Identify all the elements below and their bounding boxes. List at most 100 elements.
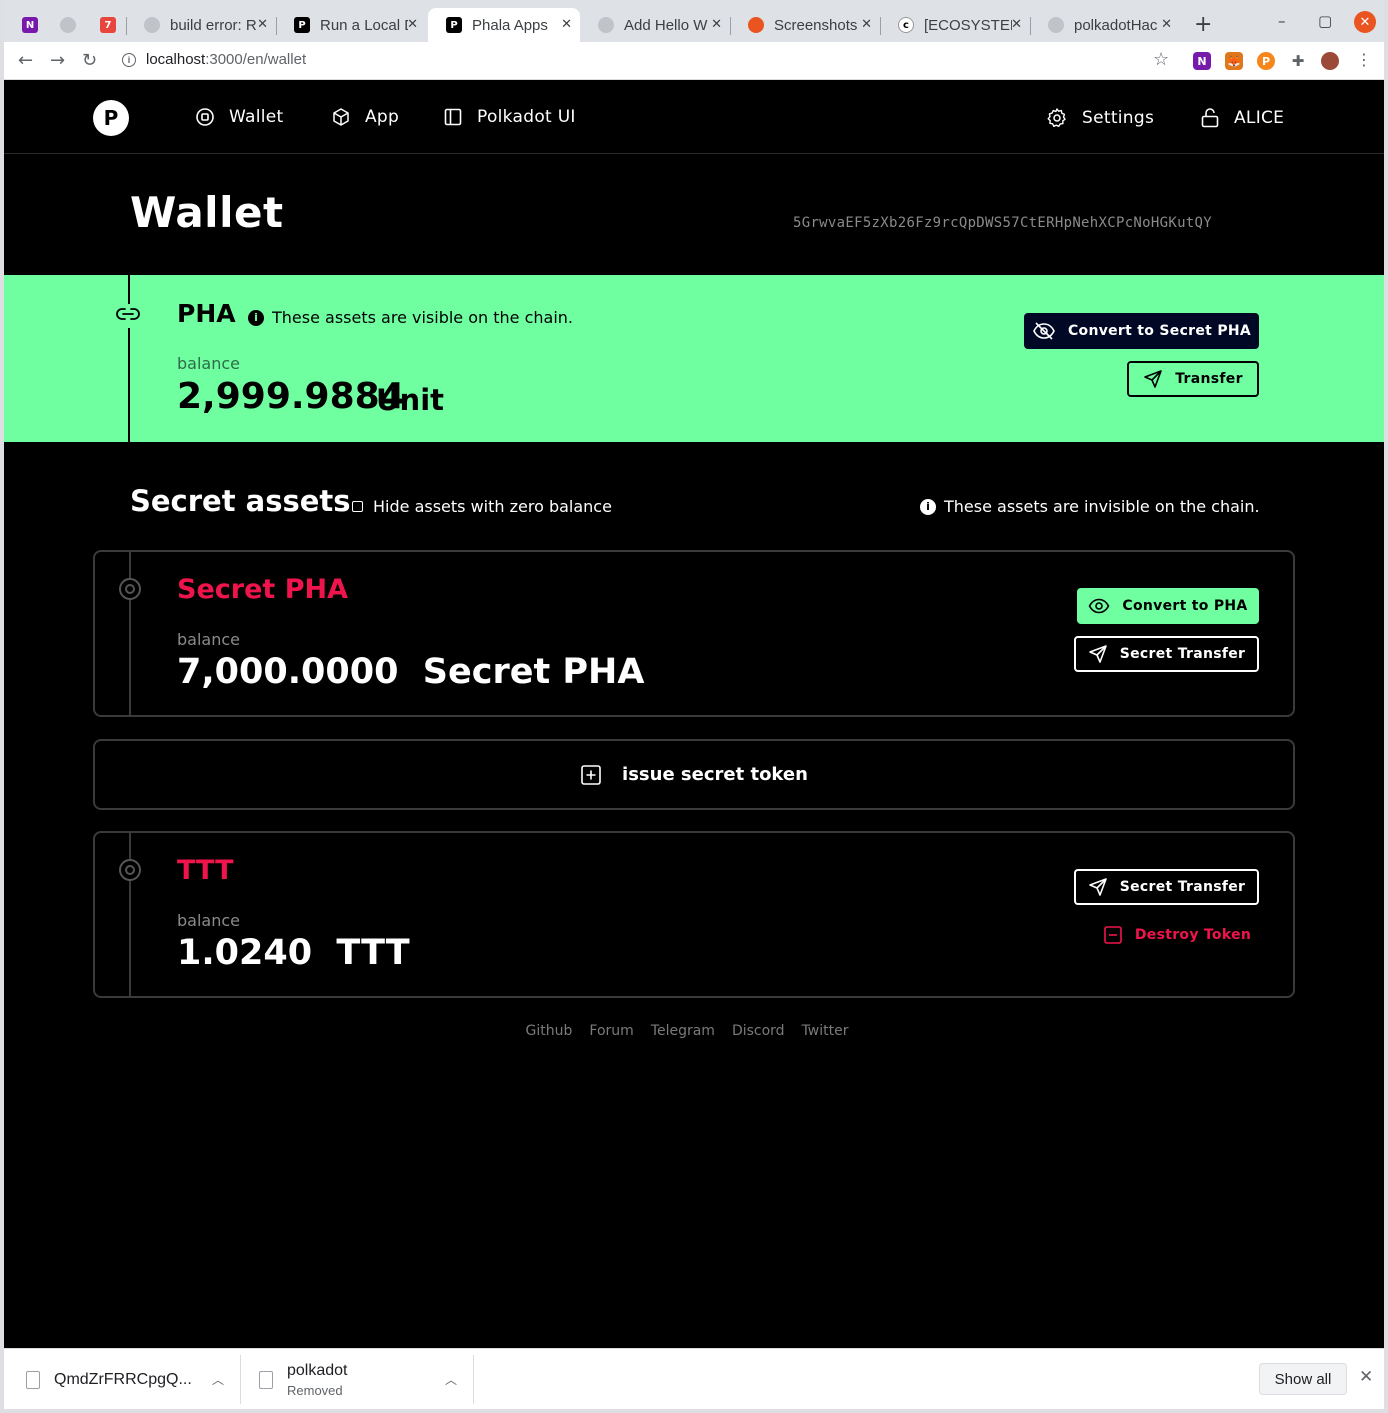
chevron-up-icon[interactable]: ︿ — [212, 1371, 224, 1388]
tab-screenshots[interactable]: Screenshots ✕ — [730, 8, 881, 42]
download-item[interactable]: QmdZrFRRCpgQ... ︿ — [26, 1349, 236, 1410]
note-text: These assets are visible on the chain. — [272, 308, 573, 327]
back-icon[interactable]: ← — [18, 50, 33, 71]
hide-zero-checkbox[interactable] — [352, 501, 363, 512]
send-icon — [1143, 369, 1163, 389]
download-text: polkadot Removed — [287, 1362, 348, 1398]
settings-button[interactable]: Settings — [1046, 107, 1154, 129]
github-icon — [1048, 17, 1064, 33]
secret-transfer-button[interactable]: Secret Transfer — [1074, 636, 1259, 672]
footer-link-github[interactable]: Github — [526, 1023, 573, 1039]
nav-label: Wallet — [229, 107, 284, 127]
avatar[interactable] — [1321, 52, 1339, 70]
secret-asset-card: Secret PHA balance 7,000.0000 Secret PHA… — [93, 550, 1295, 717]
link-icon — [115, 304, 141, 328]
footer-link-telegram[interactable]: Telegram — [651, 1023, 715, 1039]
nav-wallet[interactable]: Wallet — [195, 107, 284, 127]
convert-to-secret-button[interactable]: Convert to Secret PHA — [1024, 313, 1259, 349]
metamask-extension-icon[interactable]: 🦊 — [1225, 52, 1243, 70]
footer-links: Github Forum Telegram Discord Twitter — [4, 1023, 1384, 1039]
tab-phala-apps[interactable]: P Phala Apps ✕ — [428, 8, 580, 42]
tab-onenote[interactable]: N — [4, 8, 38, 42]
tab-close-icon[interactable]: ✕ — [407, 17, 418, 32]
forward-icon[interactable]: → — [50, 50, 65, 71]
note-text: These assets are invisible on the chain. — [944, 497, 1260, 516]
button-label: Secret Transfer — [1119, 646, 1246, 662]
tab-close-icon[interactable]: ✕ — [257, 17, 268, 32]
tab-title: Add Hello W — [624, 16, 708, 34]
tab-close-icon[interactable]: ✕ — [711, 17, 722, 32]
account-label: ALICE — [1234, 108, 1285, 128]
button-label: Transfer — [1175, 371, 1243, 387]
hide-zero-toggle[interactable]: Hide assets with zero balance — [352, 497, 612, 516]
extensions-puzzle-icon[interactable]: ✚ — [1289, 52, 1307, 70]
tab-title: Run a Local D — [320, 16, 408, 34]
transfer-button[interactable]: Transfer — [1127, 361, 1259, 397]
destroy-token-button[interactable]: Destroy Token — [1095, 917, 1259, 953]
close-icon[interactable]: ✕ — [1359, 1367, 1373, 1387]
footer-link-discord[interactable]: Discord — [732, 1023, 785, 1039]
calendar-icon: 7 — [100, 17, 116, 33]
gear-icon — [1046, 107, 1068, 129]
tab-close-icon[interactable]: ✕ — [561, 17, 572, 32]
cube-icon — [331, 107, 351, 127]
divider — [129, 552, 131, 715]
phala-logo[interactable]: P — [93, 100, 129, 136]
secret-transfer-button[interactable]: Secret Transfer — [1074, 869, 1259, 905]
wallet-address[interactable]: 5GrwvaEF5zXb26Fz9rcQpDWS57CtERHpNehXCPcN… — [793, 215, 1212, 231]
onenote-extension-icon[interactable]: N — [1193, 52, 1211, 70]
download-item[interactable]: polkadot Removed ︿ — [259, 1349, 469, 1410]
chevron-up-icon[interactable]: ︿ — [445, 1371, 457, 1388]
tab-close-icon[interactable]: ✕ — [1011, 17, 1022, 32]
nav-label: App — [365, 107, 400, 127]
site-info-icon[interactable]: i — [122, 52, 136, 67]
divider — [240, 1355, 241, 1404]
reload-icon[interactable]: ↻ — [82, 50, 97, 71]
minus-square-icon — [1103, 925, 1123, 945]
send-icon — [1088, 644, 1108, 664]
bookmark-star-icon[interactable]: ☆ — [1153, 49, 1169, 70]
hide-zero-label: Hide assets with zero balance — [373, 497, 612, 516]
new-tab-icon[interactable]: + — [1194, 12, 1212, 37]
sidebar-icon — [443, 107, 463, 127]
secret-assets-heading: Secret assets — [130, 484, 351, 518]
minimize-icon[interactable]: – — [1278, 12, 1286, 30]
show-all-button[interactable]: Show all — [1259, 1363, 1347, 1395]
account-button[interactable]: ALICE — [1200, 107, 1284, 129]
tab-calendar[interactable]: 7 — [82, 8, 127, 42]
menu-kebab-icon[interactable]: ⋮ — [1356, 50, 1372, 69]
footer-link-forum[interactable]: Forum — [589, 1023, 633, 1039]
url-path: :3000/en/wallet — [205, 51, 307, 68]
onenote-icon: N — [22, 17, 38, 33]
tab-close-icon[interactable]: ✕ — [1161, 17, 1172, 32]
tab-close-icon[interactable]: ✕ — [861, 17, 872, 32]
issue-secret-token-button[interactable]: issue secret token — [93, 739, 1295, 810]
polkadot-extension-icon[interactable]: P — [1257, 52, 1275, 70]
tab-build-error[interactable]: build error: R ✕ — [126, 8, 277, 42]
balance-value: 7,000.0000 Secret PHA — [177, 652, 645, 692]
issue-label: issue secret token — [622, 764, 808, 785]
file-icon — [26, 1370, 40, 1389]
settings-label: Settings — [1082, 108, 1155, 128]
convert-to-pha-button[interactable]: Convert to PHA — [1077, 588, 1259, 624]
public-asset-panel: PHA i These assets are visible on the ch… — [4, 275, 1384, 442]
balance-label: balance — [177, 911, 240, 930]
nav-app[interactable]: App — [331, 107, 399, 127]
tab-github[interactable] — [42, 8, 82, 42]
tab-title: Screenshots — [774, 16, 858, 34]
tab-run-local[interactable]: P Run a Local D ✕ — [276, 8, 426, 42]
phala-icon: P — [294, 17, 310, 33]
window-close-icon[interactable]: ✕ — [1354, 11, 1376, 33]
tab-title: [ECOSYSTEM — [924, 16, 1012, 34]
tab-polkadot-hac[interactable]: polkadotHac ✕ — [1030, 8, 1180, 42]
tab-add-hello[interactable]: Add Hello W ✕ — [580, 8, 731, 42]
target-icon — [119, 578, 141, 600]
tab-ecosystem[interactable]: c [ECOSYSTEM ✕ — [880, 8, 1031, 42]
footer-link-twitter[interactable]: Twitter — [802, 1023, 849, 1039]
url-field[interactable]: i localhost:3000/en/wallet — [122, 51, 306, 68]
nav-polkadot-ui[interactable]: Polkadot UI — [443, 107, 576, 127]
button-label: Convert to PHA — [1122, 598, 1248, 614]
nav-label: Polkadot UI — [477, 107, 576, 127]
url-host: localhost — [146, 51, 206, 68]
maximize-icon[interactable]: ▢ — [1318, 12, 1332, 30]
